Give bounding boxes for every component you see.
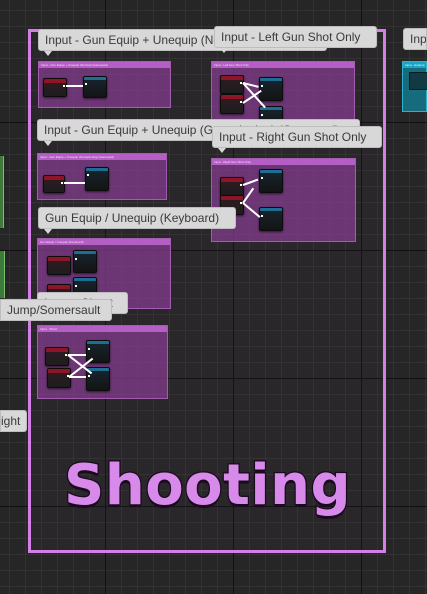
node-input-action[interactable] [220, 177, 244, 196]
comment-gun-equip-normal[interactable]: Input - Gun Equip + Unequip (Normal) (Ga… [38, 61, 171, 108]
offscreen-node-right-header: Input - Explore [403, 62, 426, 68]
comment-header: Gun Equip / Unequip (Keyboard) [38, 239, 170, 245]
comment-shoot[interactable]: Input - Shoot [37, 325, 168, 399]
exec-pin[interactable] [75, 285, 77, 287]
comment-bubble-right-gun-shot[interactable]: Input - Right Gun Shot Only [212, 126, 382, 148]
exec-pin[interactable] [75, 258, 77, 260]
comment-bubble-left-gun-shot[interactable]: Input - Left Gun Shot Only [214, 26, 377, 48]
node-input-action[interactable] [43, 175, 65, 193]
node-input-action[interactable] [220, 94, 244, 114]
exec-pin[interactable] [261, 215, 263, 217]
comment-header: Input - Gun Equip + Unequip (Normal) (Ga… [39, 62, 170, 68]
node-function-call[interactable] [73, 250, 97, 273]
exec-pin[interactable] [87, 174, 89, 176]
node-input-action[interactable] [43, 78, 67, 97]
comment-bubble-tail [44, 141, 52, 146]
comment-bubble-offscreen-right[interactable]: Inp [403, 28, 427, 50]
comment-bubble-offscreen-left[interactable]: ight [0, 410, 27, 432]
comment-header: Input - Gun Equip + Unequip (Gunspinning… [38, 154, 166, 160]
comment-bubble-jump-somersault[interactable]: Jump/Somersault [0, 299, 112, 321]
node-input-action[interactable] [45, 347, 69, 366]
comment-bubble-tail [220, 48, 228, 53]
exec-pin[interactable] [88, 375, 90, 377]
exec-wire [64, 182, 85, 184]
comment-gun-equip-gunspinning[interactable]: Input - Gun Equip + Unequip (Gunspinning… [37, 153, 167, 200]
comment-header: Input - Left Gun Shot Only [212, 62, 354, 68]
exec-wire [69, 376, 86, 378]
comment-bubble-tail [218, 148, 226, 153]
exec-pin[interactable] [240, 184, 242, 186]
node-key-event[interactable] [47, 256, 71, 275]
offscreen-node-left-top[interactable] [0, 156, 4, 228]
exec-pin[interactable] [88, 348, 90, 350]
exec-wire [242, 178, 259, 186]
exec-pin[interactable] [261, 85, 263, 87]
node-function-call[interactable] [83, 76, 107, 98]
node-function-call[interactable] [259, 169, 283, 193]
offscreen-node-left-middle[interactable] [0, 251, 5, 298]
comment-bubble-tail [44, 51, 52, 56]
exec-pin[interactable] [85, 83, 87, 85]
exec-wire [68, 354, 86, 356]
exec-pin[interactable] [261, 114, 263, 116]
node-input-action[interactable] [220, 75, 244, 94]
exec-wire [66, 85, 83, 87]
node-input-action[interactable] [47, 368, 71, 388]
comment-header: Input - Right Gun Shot Only [212, 159, 355, 165]
node-function-call[interactable] [259, 77, 283, 101]
shooting-group-title: Shooting [63, 453, 352, 518]
exec-pin[interactable] [261, 177, 263, 179]
exec-pin[interactable] [63, 85, 65, 87]
offscreen-node-right[interactable]: Input - Explore [402, 61, 427, 112]
comment-right-gun-shot[interactable]: Input - Right Gun Shot Only [211, 158, 356, 242]
node-function-call[interactable] [259, 207, 283, 231]
exec-wire [242, 202, 261, 218]
exec-pin[interactable] [61, 182, 63, 184]
node-function-call[interactable] [85, 167, 109, 191]
comment-bubble-tail [44, 229, 52, 234]
offscreen-node-right-inner [409, 72, 427, 90]
comment-header: Input - Shoot [38, 326, 167, 332]
comment-bubble-gun-equip-keyboard[interactable]: Gun Equip / Unequip (Keyboard) [38, 207, 236, 229]
